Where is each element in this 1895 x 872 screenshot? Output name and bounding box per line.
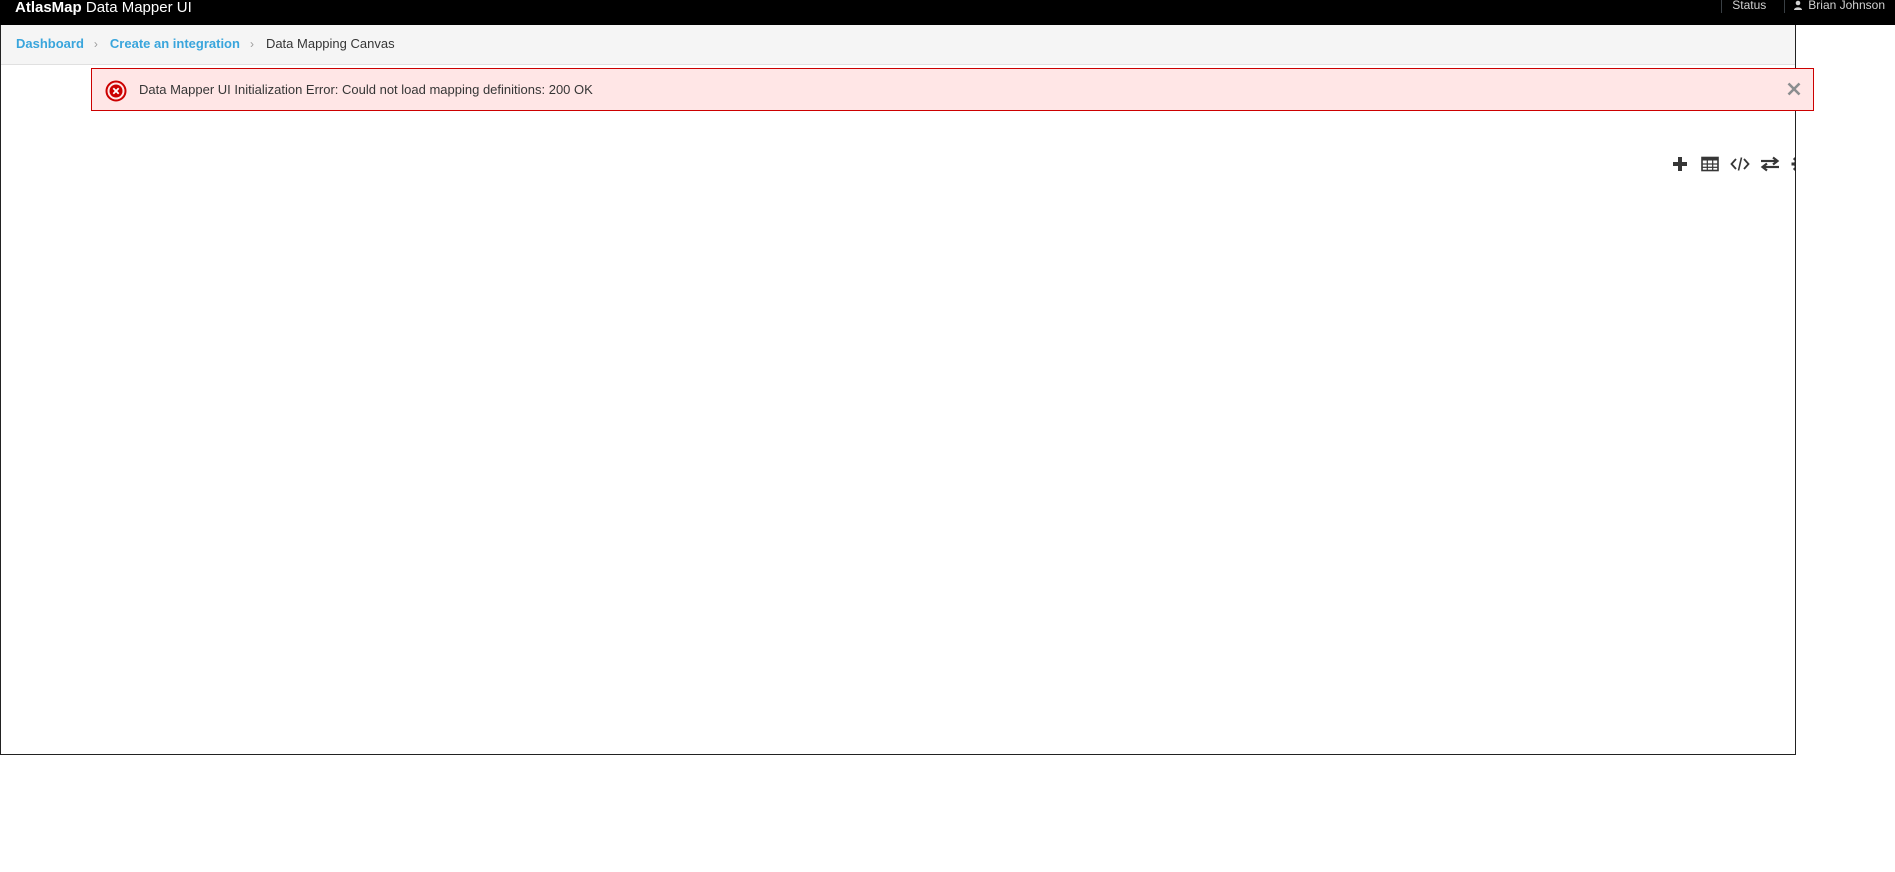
settings-button[interactable] bbox=[1789, 153, 1795, 175]
breadcrumb-current-page: Data Mapping Canvas bbox=[265, 36, 395, 51]
error-circle-icon bbox=[105, 80, 127, 102]
error-alert: Data Mapper UI Initialization Error: Cou… bbox=[91, 68, 1814, 111]
user-icon bbox=[1794, 0, 1803, 10]
breadcrumb-create-integration[interactable]: Create an integration bbox=[110, 36, 240, 51]
breadcrumb-bar: Dashboard › Create an integration › Data… bbox=[1, 25, 1795, 65]
code-icon bbox=[1730, 157, 1750, 171]
breadcrumb-dashboard[interactable]: Dashboard bbox=[16, 36, 84, 51]
toggle-lines-button[interactable] bbox=[1759, 153, 1781, 175]
app-brand[interactable]: AtlasMap Data Mapper UI bbox=[15, 0, 192, 17]
breadcrumb-separator-icon: › bbox=[249, 36, 254, 51]
breadcrumb-separator-icon: › bbox=[93, 36, 98, 51]
breadcrumb: Dashboard › Create an integration › Data… bbox=[16, 36, 395, 51]
user-name: Brian Johnson bbox=[1808, 0, 1885, 12]
top-nav-right: Status Brian Johnson bbox=[1721, 0, 1895, 14]
close-icon[interactable] bbox=[1785, 80, 1803, 98]
exchange-icon bbox=[1760, 156, 1780, 172]
top-navbar: AtlasMap Data Mapper UI Status Brian Joh… bbox=[0, 0, 1895, 25]
plus-icon bbox=[1673, 157, 1687, 171]
mapper-frame: Dashboard › Create an integration › Data… bbox=[0, 25, 1796, 755]
add-mapping-button[interactable] bbox=[1669, 153, 1691, 175]
brand-subtitle: Data Mapper UI bbox=[81, 0, 192, 16]
namespace-table-button[interactable] bbox=[1729, 153, 1751, 175]
table-icon bbox=[1701, 156, 1719, 172]
mapping-table-button[interactable] bbox=[1699, 153, 1721, 175]
mapper-toolbar bbox=[1669, 153, 1795, 175]
alert-message: Data Mapper UI Initialization Error: Cou… bbox=[139, 82, 593, 97]
gear-icon bbox=[1791, 156, 1795, 172]
user-menu[interactable]: Brian Johnson bbox=[1785, 0, 1895, 12]
brand-name: AtlasMap bbox=[15, 0, 82, 16]
status-link[interactable]: Status bbox=[1722, 0, 1784, 12]
